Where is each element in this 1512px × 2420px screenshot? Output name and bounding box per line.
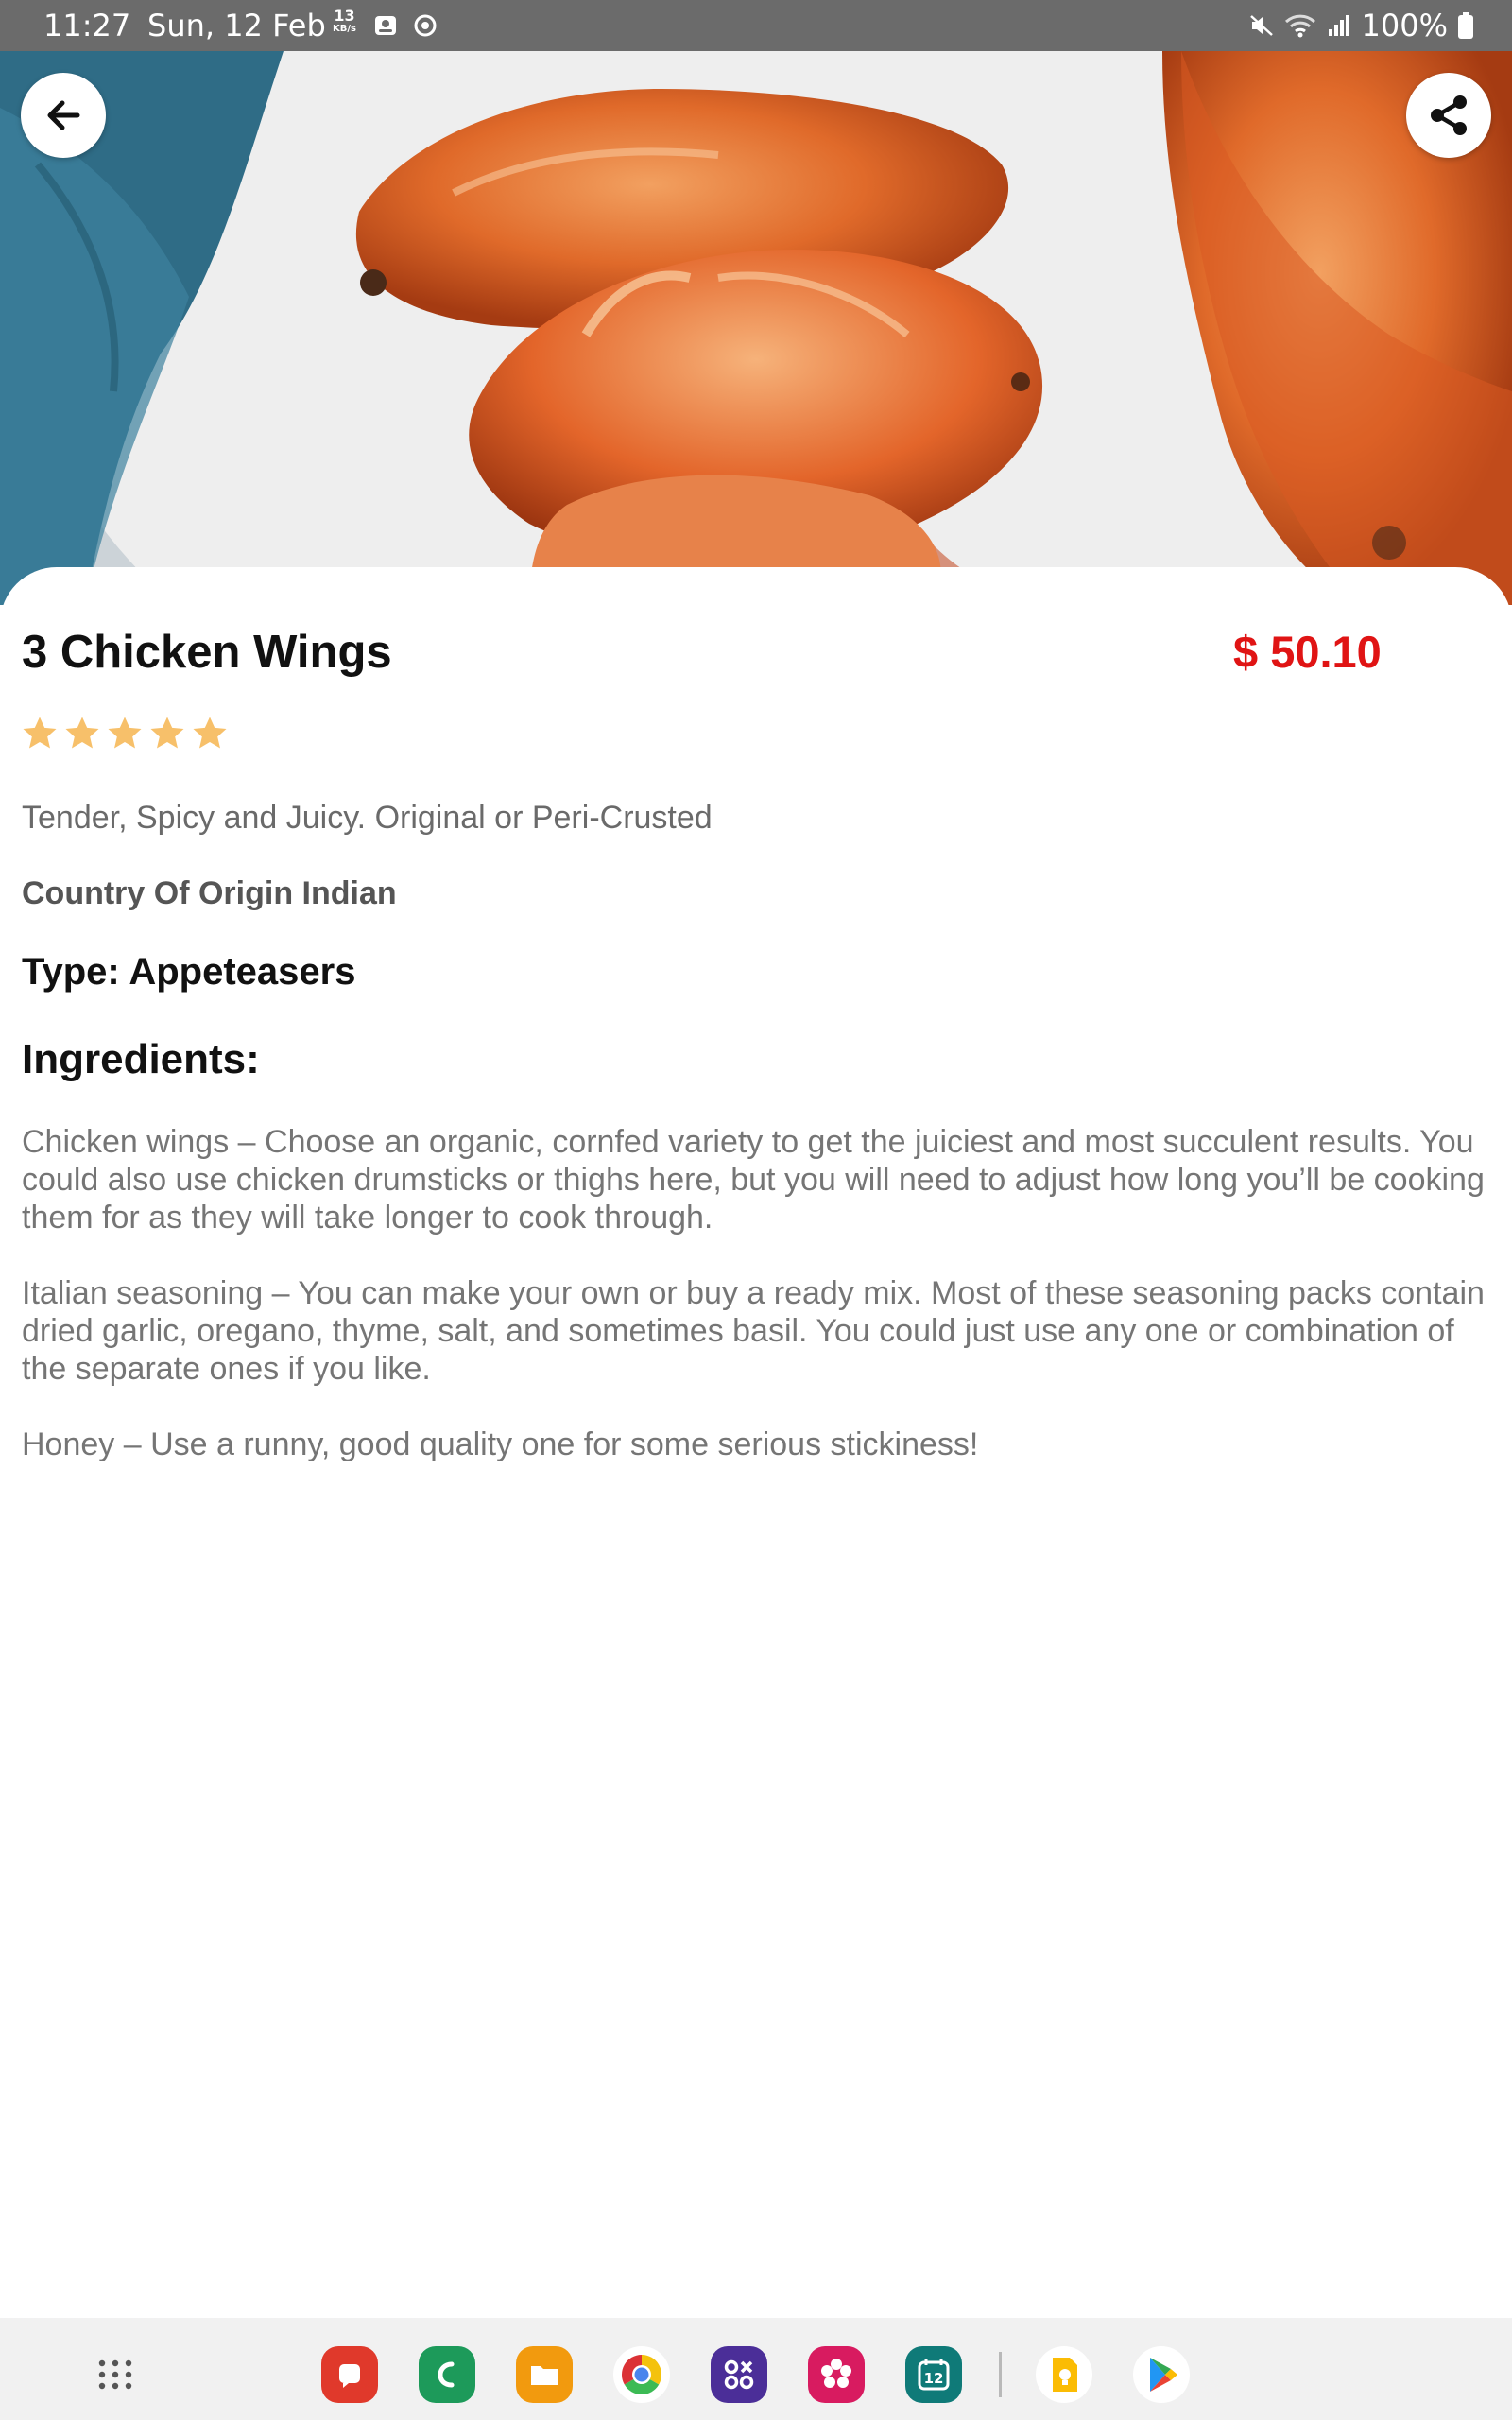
apps-grid-icon — [98, 2360, 132, 2390]
status-indicators: 100% — [1248, 8, 1474, 43]
files-app[interactable] — [516, 2346, 573, 2403]
phone-app[interactable] — [419, 2346, 475, 2403]
star-icon — [150, 717, 184, 749]
taskbar: 12 — [0, 2318, 1512, 2420]
back-button[interactable] — [21, 73, 106, 158]
ingredient-item: Italian seasoning – You can make your ow… — [22, 1275, 1485, 1387]
status-date: Sun, 12 Feb — [147, 8, 326, 43]
star-icon — [65, 717, 99, 749]
wifi-icon — [1284, 14, 1315, 38]
share-icon — [1431, 95, 1467, 135]
network-speed: 13 KB/s — [333, 9, 356, 35]
play-store-icon — [1150, 2358, 1177, 2392]
ingredients-heading: Ingredients: — [22, 1036, 260, 1082]
chrome-icon — [621, 2355, 662, 2395]
sync-notification-icon — [414, 14, 437, 37]
product-tagline: Tender, Spicy and Juicy. Original or Per… — [22, 800, 713, 836]
mute-icon — [1249, 15, 1273, 36]
product-type: Type: Appeteasers — [22, 951, 356, 993]
taskbar-divider — [999, 2352, 1002, 2397]
rating-stars — [21, 715, 229, 752]
battery-icon — [1458, 12, 1473, 39]
keep-app[interactable] — [1036, 2346, 1092, 2403]
phone-icon — [438, 2361, 455, 2388]
network-speed-value: 13 — [334, 7, 355, 25]
share-button[interactable] — [1406, 73, 1491, 158]
gallery-notification-icon — [375, 16, 396, 35]
star-icon — [23, 717, 57, 749]
notes-app[interactable] — [321, 2346, 378, 2403]
ingredients-list: Chicken wings – Choose an organic, cornf… — [22, 1123, 1491, 1501]
signal-icon — [1328, 15, 1349, 36]
product-image — [0, 51, 1512, 605]
network-speed-unit: KB/s — [333, 24, 356, 34]
country-of-origin: Country Of Origin Indian — [22, 875, 397, 911]
arrow-left-icon — [47, 100, 80, 130]
battery-percent: 100% — [1361, 8, 1448, 43]
game-launcher-icon — [724, 2360, 754, 2390]
product-title: 3 Chicken Wings — [22, 627, 392, 678]
gallery-icon — [821, 2359, 851, 2388]
star-icon — [193, 717, 227, 749]
status-bar: 11:27 Sun, 12 Feb 13 KB/s 100% — [0, 0, 1512, 51]
star-icon — [108, 717, 142, 749]
files-icon — [531, 2366, 558, 2385]
notes-icon — [339, 2364, 360, 2388]
ingredient-item: Chicken wings – Choose an organic, cornf… — [22, 1124, 1485, 1236]
app-drawer-button[interactable] — [87, 2346, 144, 2403]
product-price: $ 50.10 — [1233, 627, 1382, 677]
keep-icon — [1053, 2358, 1077, 2392]
calendar-app[interactable]: 12 — [905, 2346, 962, 2403]
calendar-day: 12 — [924, 2370, 944, 2387]
ingredient-item: Honey – Use a runny, good quality one fo… — [22, 1426, 979, 1462]
game-launcher-app[interactable] — [711, 2346, 767, 2403]
chrome-app[interactable] — [613, 2346, 670, 2403]
play-store-app[interactable] — [1133, 2346, 1190, 2403]
gallery-app[interactable] — [808, 2346, 865, 2403]
calendar-icon: 12 — [918, 2359, 950, 2391]
status-time: 11:27 — [43, 8, 131, 43]
